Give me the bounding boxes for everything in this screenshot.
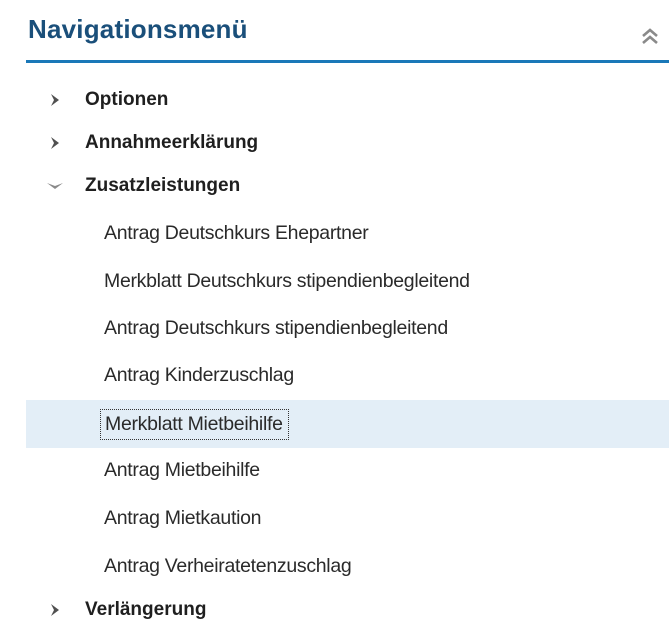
chevron-right-icon [51, 604, 59, 616]
submenu-item-label: Merkblatt Mietbeihilfe [100, 408, 289, 440]
menu-item-optionen[interactable]: Optionen [26, 80, 669, 120]
menu-item-label: Verlängerung [85, 599, 207, 620]
nav-title: Navigationsmenü [28, 14, 248, 44]
submenu-item-label: Antrag Verheiratetenzuschlag [104, 554, 352, 577]
submenu-item-label: Antrag Deutschkurs Ehepartner [104, 221, 369, 244]
menu-item-annahmeerklaerung[interactable]: Annahmeerklärung [26, 123, 669, 163]
submenu-item-antrag-deutschkurs-ehepartner[interactable]: Antrag Deutschkurs Ehepartner [26, 212, 669, 254]
double-chevron-up-icon [642, 28, 658, 44]
chevron-right-icon [51, 137, 59, 149]
submenu-item-antrag-mietkaution[interactable]: Antrag Mietkaution [26, 497, 669, 539]
submenu-item-label: Antrag Mietbeihilfe [104, 458, 260, 481]
menu-item-verlaengerung[interactable]: Verlängerung [26, 590, 669, 630]
chevron-down-icon [47, 183, 63, 189]
navigation-menu-panel: Navigationsmenü Optionen Annahmeerklärun… [0, 0, 669, 630]
submenu-item-label: Antrag Kinderzuschlag [104, 363, 294, 386]
menu-item-label: Annahmeerklärung [85, 132, 259, 153]
submenu-item-merkblatt-deutschkurs-stipendienbegleitend[interactable]: Merkblatt Deutschkurs stipendienbegleite… [26, 260, 669, 302]
submenu-item-label: Antrag Mietkaution [104, 506, 262, 529]
chevron-right-icon [51, 94, 59, 106]
submenu-item-label: Antrag Deutschkurs stipendienbegleitend [104, 316, 448, 339]
submenu-item-antrag-kinderzuschlag[interactable]: Antrag Kinderzuschlag [26, 354, 669, 396]
submenu-item-merkblatt-mietbeihilfe[interactable]: Merkblatt Mietbeihilfe [26, 400, 669, 448]
menu-item-zusatzleistungen[interactable]: Zusatzleistungen [26, 166, 669, 206]
submenu-item-antrag-verheiratetenzuschlag[interactable]: Antrag Verheiratetenzuschlag [26, 545, 669, 587]
submenu-item-label: Merkblatt Deutschkurs stipendienbegleite… [104, 269, 470, 292]
submenu-item-antrag-deutschkurs-stipendienbegleitend[interactable]: Antrag Deutschkurs stipendienbegleitend [26, 307, 669, 349]
menu-item-label: Optionen [85, 89, 169, 110]
collapse-panel-button[interactable] [640, 27, 660, 47]
header-divider [26, 60, 669, 63]
submenu-item-antrag-mietbeihilfe[interactable]: Antrag Mietbeihilfe [26, 449, 669, 491]
nav-header: Navigationsmenü [0, 0, 669, 64]
menu-item-label: Zusatzleistungen [85, 175, 241, 196]
